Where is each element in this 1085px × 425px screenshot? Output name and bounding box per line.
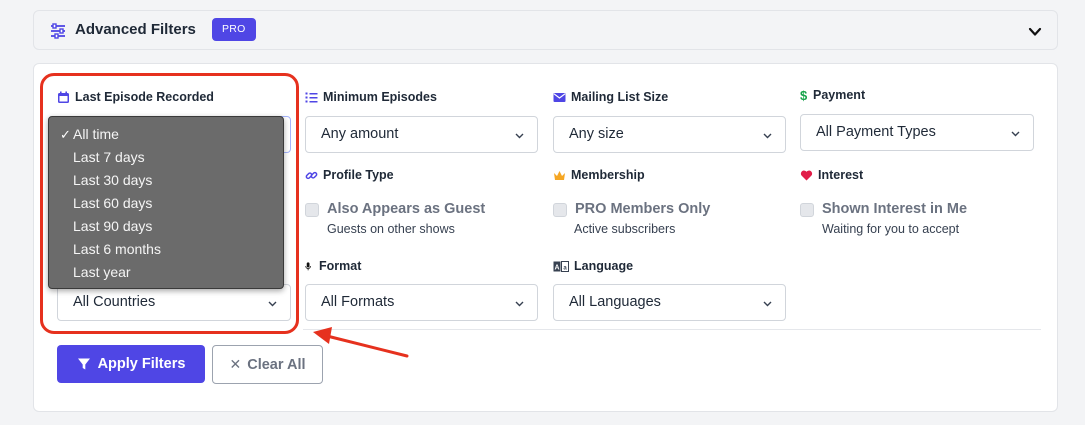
mailing-list-value: Any size (569, 126, 624, 142)
crown-icon (554, 170, 565, 180)
min-episodes-value: Any amount (321, 126, 399, 142)
profile-type-label: Profile Type (305, 168, 394, 182)
language-label: A a Language (553, 259, 634, 273)
envelope-icon (553, 92, 566, 102)
annotation-arrow (313, 327, 409, 358)
min-episodes-label: Minimum Episodes (305, 90, 437, 104)
list-numbered-icon (305, 92, 318, 102)
membership-label: Membership (553, 168, 645, 182)
chevron-down-icon (515, 133, 524, 139)
chevron-down-icon[interactable] (1027, 24, 1043, 40)
format-select[interactable]: All Formats (305, 284, 538, 321)
shown-interest-sub: Waiting for you to accept (822, 222, 960, 236)
payment-value: All Payment Types (816, 124, 936, 140)
chevron-down-icon (763, 133, 772, 139)
also-guest-checkbox[interactable] (305, 203, 319, 217)
mailing-list-label: Mailing List Size (553, 90, 668, 104)
advanced-filters-header[interactable]: Advanced Filters PRO (33, 10, 1058, 50)
microphone-icon (305, 261, 311, 270)
chevron-down-icon (1011, 131, 1020, 137)
apply-filters-label: Apply Filters (97, 356, 186, 372)
payment-select[interactable]: All Payment Types (800, 114, 1034, 151)
language-value: All Languages (569, 294, 661, 310)
shown-interest-checkbox-row[interactable]: Shown Interest in Me (800, 201, 967, 217)
link-icon (305, 171, 318, 179)
payment-label: $ Payment (800, 87, 866, 103)
also-guest-title: Also Appears as Guest (327, 201, 486, 217)
language-select[interactable]: All Languages (553, 284, 786, 321)
mailing-list-select[interactable]: Any size (553, 116, 786, 153)
also-guest-checkbox-row[interactable]: Also Appears as Guest (305, 201, 485, 217)
clear-all-label: Clear All (247, 356, 306, 373)
dollar-icon: $ (800, 87, 808, 103)
svg-text:A: A (554, 264, 559, 271)
chevron-down-icon (515, 301, 524, 307)
pro-badge: PRO (212, 18, 256, 41)
chevron-down-icon (763, 301, 772, 307)
heart-icon (800, 170, 813, 180)
apply-filters-button[interactable]: Apply Filters (57, 345, 205, 383)
translate-icon: A a (553, 260, 569, 272)
format-label: Format (305, 259, 361, 273)
pro-members-title: PRO Members Only (575, 201, 711, 217)
advanced-filters-title: Advanced Filters (75, 21, 196, 38)
filter-icon (77, 358, 90, 370)
shown-interest-checkbox[interactable] (800, 203, 814, 217)
interest-label: Interest (800, 168, 863, 182)
pro-members-sub: Active subscribers (574, 222, 676, 236)
pro-members-checkbox[interactable] (553, 203, 567, 217)
shown-interest-title: Shown Interest in Me (822, 201, 968, 217)
close-icon: ✕ (229, 356, 242, 372)
format-value: All Formats (321, 294, 395, 310)
also-guest-sub: Guests on other shows (327, 222, 455, 236)
pro-members-checkbox-row[interactable]: PRO Members Only (553, 201, 710, 217)
annotation-highlight (40, 73, 299, 334)
min-episodes-select[interactable]: Any amount (305, 116, 538, 153)
sliders-icon (51, 23, 65, 39)
